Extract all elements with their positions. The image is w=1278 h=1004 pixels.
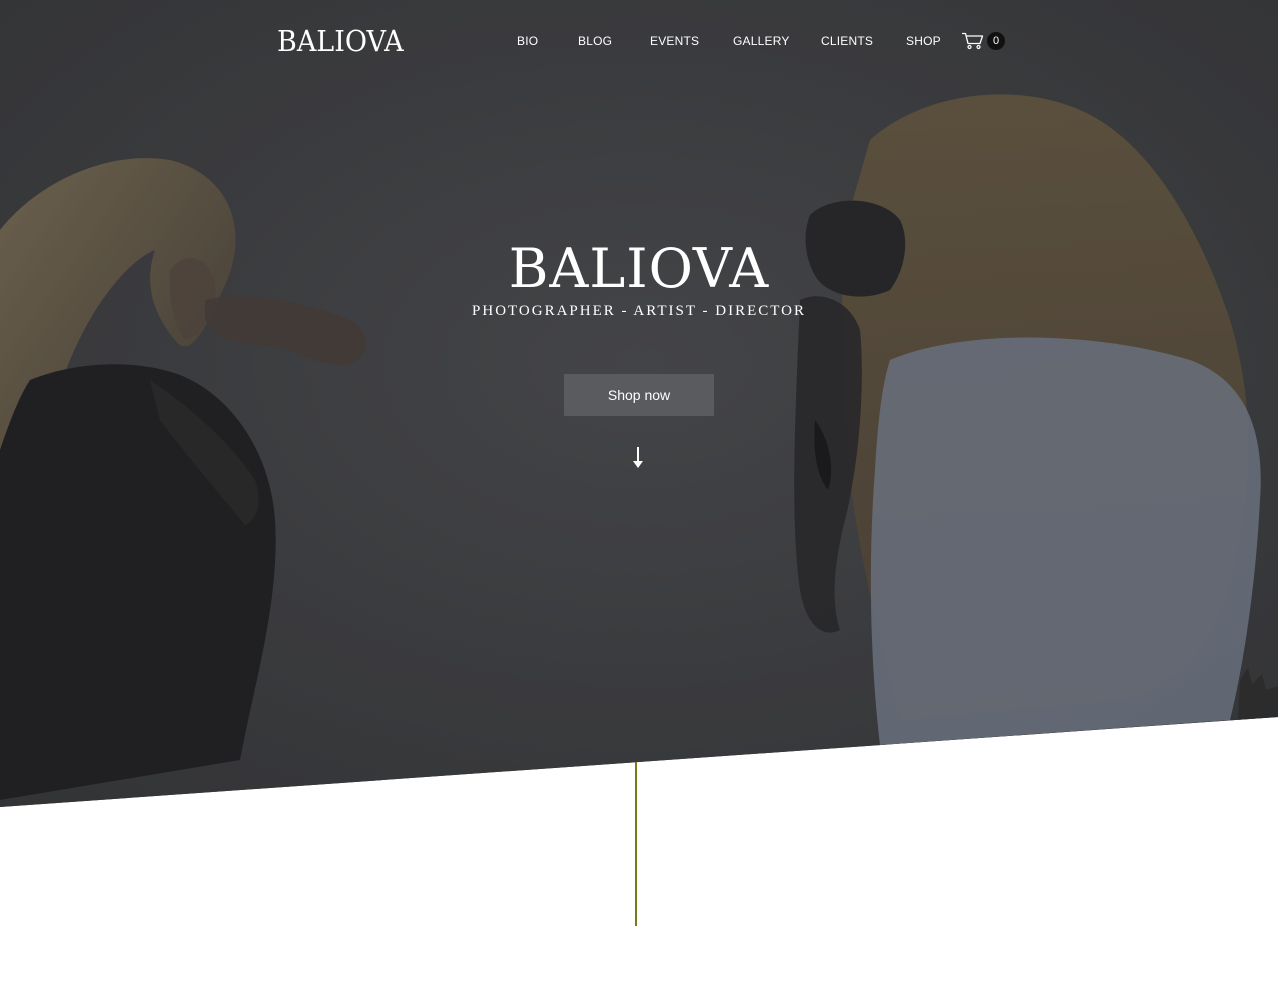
nav-link-blog[interactable]: BLOG [578, 33, 612, 49]
cart-button[interactable]: 0 [962, 30, 1005, 52]
nav-link-shop[interactable]: SHOP [906, 33, 941, 49]
site-header: BALIOVA BIO BLOG EVENTS GALLERY CLIENTS … [0, 0, 1278, 82]
hero-subtitle: PHOTOGRAPHER - ARTIST - DIRECTOR [472, 303, 806, 319]
nav-link-bio[interactable]: BIO [517, 33, 538, 49]
nav-link-events[interactable]: EVENTS [650, 33, 699, 49]
shopping-cart-icon [962, 32, 984, 50]
arrow-down-icon[interactable] [630, 446, 646, 470]
hero-title: BALIOVA [508, 237, 770, 300]
nav-link-gallery[interactable]: GALLERY [733, 33, 790, 49]
cart-count-badge: 0 [987, 32, 1005, 50]
page: BALIOVA BIO BLOG EVENTS GALLERY CLIENTS … [0, 0, 1278, 1004]
shop-now-button[interactable]: Shop now [564, 374, 714, 416]
nav-link-clients[interactable]: CLIENTS [821, 33, 873, 49]
section-divider-line [635, 762, 637, 926]
main-nav: BIO BLOG EVENTS GALLERY CLIENTS SHOP [0, 33, 1278, 49]
